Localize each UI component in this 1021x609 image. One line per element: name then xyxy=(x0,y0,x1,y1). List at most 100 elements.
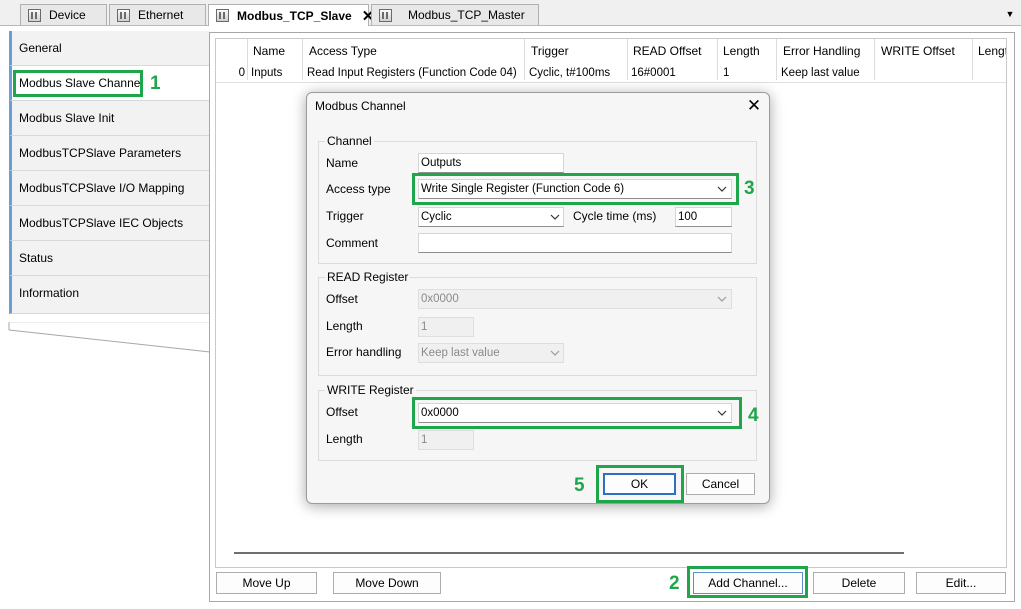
callout-number: 4 xyxy=(748,405,759,426)
nav-item-general[interactable]: General xyxy=(9,31,210,66)
row-read-offset: 16#0001 xyxy=(631,67,676,79)
nav-item-label: Modbus Slave Init xyxy=(19,111,115,125)
chevron-down-icon xyxy=(550,350,560,356)
nav-item-information[interactable]: Information xyxy=(9,276,210,314)
callout-number: 5 xyxy=(574,475,585,496)
chevron-down-icon xyxy=(717,296,727,302)
nav-item-label: General xyxy=(19,41,62,55)
tab-modbus-tcp-master[interactable]: Modbus_TCP_Master xyxy=(371,4,539,25)
callout-number: 3 xyxy=(744,178,755,199)
column-header-name[interactable]: Name xyxy=(253,41,301,62)
highlight-add-channel xyxy=(687,566,808,598)
device-tab-icon xyxy=(379,8,392,22)
row-write-offset xyxy=(879,64,971,82)
column-separator xyxy=(524,39,525,80)
delete-button[interactable]: Delete xyxy=(813,572,905,594)
dialog-title: Modbus Channel xyxy=(315,99,406,113)
device-tab-icon xyxy=(117,8,130,22)
tab-label: Modbus_TCP_Slave xyxy=(237,8,352,23)
name-label: Name xyxy=(326,156,359,170)
row-divider xyxy=(216,82,1006,83)
column-separator xyxy=(247,39,248,80)
trigger-label: Trigger xyxy=(326,209,364,223)
cycle-time-label: Cycle time (ms) xyxy=(573,209,657,223)
nav-item-label: ModbusTCPSlave I/O Mapping xyxy=(19,181,185,195)
row-trigger: Cyclic, t#100ms xyxy=(529,67,611,79)
nav-item-label: ModbusTCPSlave IEC Objects xyxy=(19,216,184,230)
error-handling-value: Keep last value xyxy=(421,347,500,359)
row-write-length xyxy=(976,64,1006,82)
comment-label: Comment xyxy=(326,236,379,250)
nav-item-status[interactable]: Status xyxy=(9,241,210,276)
tab-label: Ethernet xyxy=(138,8,184,22)
highlight-ok-button xyxy=(596,465,684,503)
error-handling-select[interactable]: Keep last value xyxy=(418,343,564,363)
trigger-select[interactable]: Cyclic xyxy=(418,207,564,227)
nav-divider xyxy=(8,322,211,353)
read-length-label: Length xyxy=(326,319,363,333)
read-offset-select[interactable]: 0x0000 xyxy=(418,289,732,309)
highlight-write-offset xyxy=(412,397,742,429)
nav-item-modbustcpslave-parameters[interactable]: ModbusTCPSlave Parameters xyxy=(9,136,210,171)
write-offset-label: Offset xyxy=(326,405,358,419)
column-header-error-handling[interactable]: Error Handling xyxy=(783,41,873,62)
highlight-access-type xyxy=(412,173,739,205)
nav-item-modbustcpslave-iec-objects[interactable]: ModbusTCPSlave IEC Objects xyxy=(9,206,210,241)
column-header-trigger[interactable]: Trigger xyxy=(531,41,623,62)
callout-number: 1 xyxy=(150,73,161,94)
tab-modbus-tcp-slave[interactable]: Modbus_TCP_Slave ✕ xyxy=(208,4,374,26)
move-up-button[interactable]: Move Up xyxy=(216,572,317,594)
read-offset-label: Offset xyxy=(326,292,358,306)
row-error-handling: Keep last value xyxy=(781,67,860,79)
column-separator xyxy=(302,39,303,80)
cancel-button[interactable]: Cancel xyxy=(686,473,755,495)
column-header-access-type[interactable]: Access Type xyxy=(309,41,519,62)
move-down-button[interactable]: Move Down xyxy=(333,572,441,594)
error-handling-label: Error handling xyxy=(326,345,402,359)
write-register-group-label: WRITE Register xyxy=(325,383,416,397)
column-header-write-offset[interactable]: WRITE Offset xyxy=(881,41,971,62)
tab-label: Device xyxy=(49,8,86,22)
read-length-input[interactable]: 1 xyxy=(418,317,474,337)
tab-list-dropdown-icon[interactable]: ▼ xyxy=(1004,8,1016,20)
nav-item-modbus-slave-init[interactable]: Modbus Slave Init xyxy=(9,101,210,136)
horizontal-scrollbar[interactable] xyxy=(234,552,904,554)
write-length-input[interactable]: 1 xyxy=(418,430,474,450)
column-separator xyxy=(627,39,628,80)
nav-item-label: Information xyxy=(19,286,80,300)
highlight-modbus-slave-channel xyxy=(13,70,143,97)
column-header-length[interactable]: Length xyxy=(723,41,775,62)
column-header-write-length[interactable]: Lengt xyxy=(978,41,1006,62)
column-separator xyxy=(717,39,718,80)
close-icon[interactable]: ✕ xyxy=(744,96,764,116)
nav-item-label: ModbusTCPSlave Parameters xyxy=(19,146,182,160)
channel-group-label: Channel xyxy=(325,134,374,148)
callout-number: 2 xyxy=(669,573,680,594)
read-offset-value: 0x0000 xyxy=(421,293,459,305)
comment-input[interactable] xyxy=(418,233,732,253)
access-type-label: Access type xyxy=(326,182,391,196)
row-name: Inputs xyxy=(251,67,283,79)
name-input[interactable]: Outputs xyxy=(418,153,564,173)
column-separator xyxy=(972,39,973,80)
device-tab-icon xyxy=(28,8,41,22)
column-header-read-offset[interactable]: READ Offset xyxy=(633,41,715,62)
column-separator xyxy=(776,39,777,80)
left-navigation: General Modbus Slave Channel Modbus Slav… xyxy=(0,26,210,609)
trigger-value: Cyclic xyxy=(421,211,452,223)
nav-item-label: Status xyxy=(19,251,54,265)
write-length-label: Length xyxy=(326,432,363,446)
tab-label: Modbus_TCP_Master xyxy=(408,8,525,22)
tab-device[interactable]: Device xyxy=(20,4,107,25)
nav-item-modbustcpslave-io-mapping[interactable]: ModbusTCPSlave I/O Mapping xyxy=(9,171,210,206)
edit-button[interactable]: Edit... xyxy=(916,572,1006,594)
chevron-down-icon xyxy=(550,214,560,220)
row-access-type: Read Input Registers (Function Code 04) xyxy=(307,67,517,79)
read-register-group-label: READ Register xyxy=(325,270,411,284)
tab-ethernet[interactable]: Ethernet xyxy=(109,4,206,25)
column-separator xyxy=(874,39,875,80)
row-length: 1 xyxy=(723,67,730,79)
device-tab-icon xyxy=(216,9,229,22)
cycle-time-input[interactable]: 100 xyxy=(675,207,732,227)
row-index: 0 xyxy=(238,67,245,79)
